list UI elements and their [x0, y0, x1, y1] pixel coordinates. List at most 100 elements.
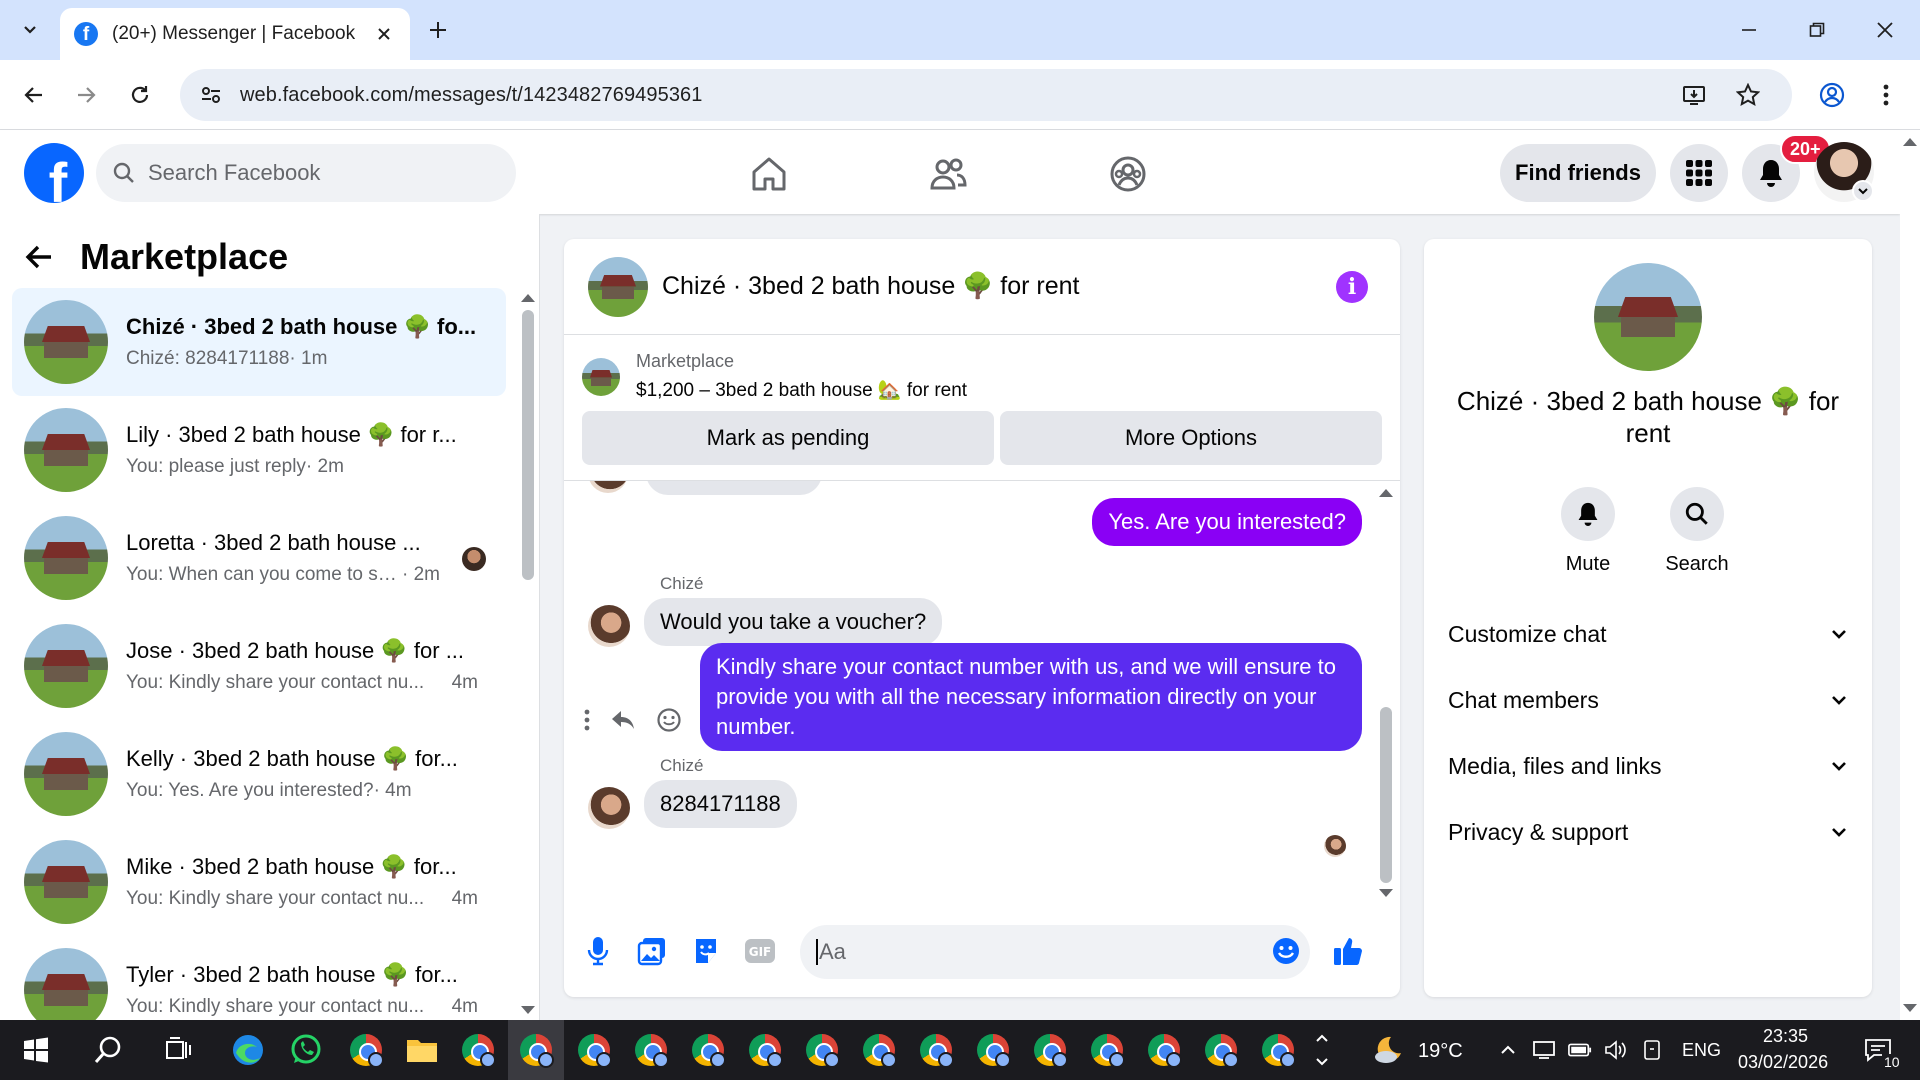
reload-button[interactable] [118, 73, 162, 117]
message-bubble-outgoing[interactable]: Yes. Are you interested? [1092, 498, 1362, 546]
scroll-up-arrow[interactable] [1379, 489, 1393, 497]
privacy-support-section[interactable]: Privacy & support [1448, 807, 1848, 857]
whatsapp-app-icon[interactable] [286, 1030, 326, 1070]
chrome-taskbar-app[interactable] [1201, 1030, 1241, 1070]
taskbar-overflow-button[interactable] [1312, 1030, 1332, 1070]
clock-date[interactable]: 03/02/2026 [1738, 1052, 1828, 1073]
chrome-taskbar-app[interactable] [574, 1030, 614, 1070]
nav-friends-button[interactable] [920, 146, 976, 202]
address-bar[interactable]: web.facebook.com/messages/t/142348276949… [180, 69, 1792, 121]
sticker-button[interactable] [688, 933, 724, 969]
install-app-button[interactable] [1672, 73, 1716, 117]
network-button[interactable] [1532, 1038, 1556, 1062]
edge-app-icon[interactable] [228, 1030, 268, 1070]
media-files-links-section[interactable]: Media, files and links [1448, 741, 1848, 791]
input-language[interactable]: ENG [1682, 1040, 1721, 1061]
scroll-up-arrow[interactable] [521, 294, 535, 302]
new-tab-button[interactable] [420, 12, 456, 48]
chrome-taskbar-app[interactable] [973, 1030, 1013, 1070]
chrome-taskbar-app[interactable] [688, 1030, 728, 1070]
show-hidden-icons-button[interactable] [1496, 1038, 1520, 1062]
clock-time[interactable]: 23:35 [1763, 1026, 1808, 1047]
conversation-profile-avatar[interactable] [1594, 263, 1702, 371]
facebook-logo-icon[interactable]: f [24, 143, 84, 203]
conversation-item[interactable]: Mike · 3bed 2 bath house 🌳 for... You: K… [12, 828, 506, 936]
battery-button[interactable] [1568, 1038, 1592, 1062]
nav-home-button[interactable] [741, 146, 797, 202]
conversation-item[interactable]: Chizé · 3bed 2 bath house 🌳 fo... Chizé:… [12, 288, 506, 396]
chrome-taskbar-app[interactable] [802, 1030, 842, 1070]
volume-button[interactable] [1604, 1038, 1628, 1062]
mark-as-pending-button[interactable]: Mark as pending [582, 411, 994, 465]
chrome-taskbar-app[interactable] [859, 1030, 899, 1070]
attach-photo-button[interactable] [634, 933, 670, 969]
gif-button[interactable]: GIF [742, 933, 778, 969]
message-bubble-incoming[interactable]: Would you take a voucher? [644, 598, 943, 646]
emoji-button[interactable] [1268, 933, 1304, 969]
like-button[interactable] [1330, 933, 1366, 969]
arrow-left-icon[interactable] [24, 242, 54, 272]
chrome-taskbar-app[interactable] [916, 1030, 956, 1070]
message-scrollbar[interactable] [1380, 707, 1392, 883]
browser-tab-messenger[interactable]: f (20+) Messenger | Facebook [60, 8, 410, 60]
page-scrollbar[interactable] [1900, 130, 1920, 1020]
browser-menu-button[interactable] [1864, 73, 1908, 117]
chat-title[interactable]: Chizé · 3bed 2 bath house 🌳 for rent [662, 272, 1079, 301]
restore-button[interactable] [1792, 10, 1842, 50]
chrome-taskbar-app[interactable] [458, 1030, 498, 1070]
message-bubble-outgoing[interactable]: Kindly share your contact number with us… [700, 643, 1362, 751]
minimize-button[interactable] [1724, 10, 1774, 50]
chrome-taskbar-app[interactable] [745, 1030, 785, 1070]
chrome-taskbar-app[interactable] [1030, 1030, 1070, 1070]
mute-button[interactable] [1561, 487, 1615, 541]
listing-summary[interactable]: Marketplace $1,200 – 3bed 2 bath house 🏡… [582, 351, 967, 402]
chrome-taskbar-app[interactable] [1258, 1030, 1298, 1070]
browser-profile-button[interactable] [1810, 73, 1854, 117]
bookmark-button[interactable] [1726, 73, 1770, 117]
scroll-down-arrow[interactable] [1903, 1004, 1917, 1012]
conversation-item[interactable]: Tyler · 3bed 2 bath house 🌳 for... You: … [12, 936, 506, 1020]
weather-widget[interactable] [1368, 1030, 1408, 1070]
message-bubble-incoming[interactable]: 8284171188 [644, 780, 797, 828]
file-explorer-app[interactable] [402, 1030, 442, 1070]
chrome-taskbar-app[interactable] [346, 1030, 386, 1070]
conversation-item[interactable]: Loretta · 3bed 2 bath house ... You: Whe… [12, 504, 506, 612]
find-friends-button[interactable]: Find friends [1500, 144, 1656, 202]
more-vertical-icon[interactable] [584, 709, 590, 731]
chat-list-scrollbar[interactable] [522, 310, 534, 580]
chrome-taskbar-app[interactable] [631, 1030, 671, 1070]
device-button[interactable] [1640, 1038, 1664, 1062]
customize-chat-section[interactable]: Customize chat [1448, 609, 1848, 659]
scroll-up-arrow[interactable] [1903, 138, 1917, 146]
react-emoji-icon[interactable] [656, 707, 682, 733]
more-options-button[interactable]: More Options [1000, 411, 1382, 465]
chrome-taskbar-app[interactable] [1087, 1030, 1127, 1070]
scroll-down-arrow[interactable] [521, 1006, 535, 1014]
facebook-search-input[interactable]: Search Facebook [96, 144, 516, 202]
chrome-taskbar-app[interactable] [1144, 1030, 1184, 1070]
tab-close-button[interactable] [372, 22, 396, 46]
conversation-item[interactable]: Kelly · 3bed 2 bath house 🌳 for... You: … [12, 720, 506, 828]
scroll-down-arrow[interactable] [1379, 889, 1393, 897]
conversation-item[interactable]: Jose · 3bed 2 bath house 🌳 for ... You: … [12, 612, 506, 720]
chat-avatar[interactable] [588, 256, 648, 317]
mute-action[interactable]: Mute [1543, 487, 1633, 576]
search-action[interactable]: Search [1652, 487, 1742, 576]
search-in-chat-button[interactable] [1670, 487, 1724, 541]
voice-clip-button[interactable] [580, 933, 616, 969]
tab-search-button[interactable] [10, 10, 50, 50]
menu-button[interactable] [1670, 144, 1728, 202]
search-taskbar-button[interactable] [88, 1030, 128, 1070]
task-view-button[interactable] [158, 1030, 198, 1070]
conversation-item[interactable]: Lily · 3bed 2 bath house 🌳 for r... You:… [12, 396, 506, 504]
close-window-button[interactable] [1860, 10, 1910, 50]
back-button[interactable] [12, 73, 56, 117]
start-button[interactable] [16, 1030, 56, 1070]
account-menu-chevron[interactable] [1852, 180, 1874, 202]
reply-icon[interactable] [610, 709, 636, 731]
chrome-taskbar-app-active[interactable] [516, 1030, 556, 1070]
chat-members-section[interactable]: Chat members [1448, 675, 1848, 725]
nav-groups-button[interactable] [1100, 146, 1156, 202]
info-icon[interactable]: i [1336, 271, 1368, 303]
forward-button[interactable] [64, 73, 108, 117]
